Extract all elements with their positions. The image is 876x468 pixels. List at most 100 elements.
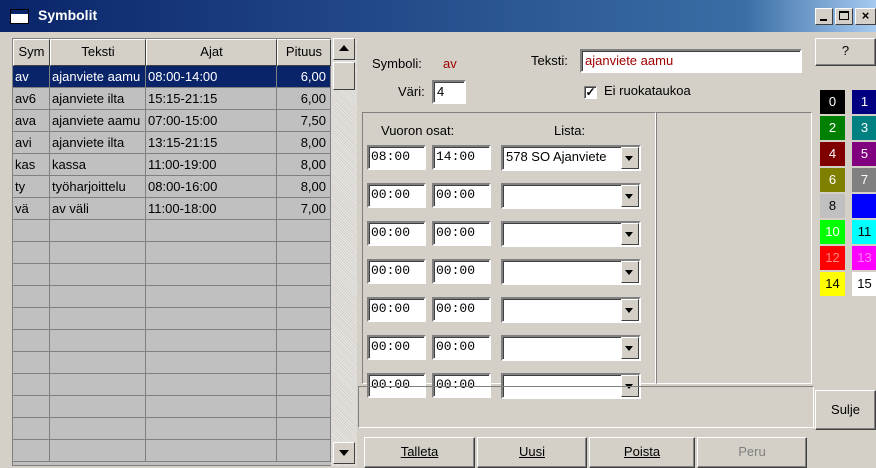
color-swatch[interactable]: 9 xyxy=(852,194,876,218)
empty-row[interactable] xyxy=(13,396,331,418)
minimize-icon[interactable] xyxy=(815,8,833,25)
maximize-icon[interactable] xyxy=(835,8,853,25)
cell-ajat xyxy=(146,440,277,462)
shift-start-field[interactable]: 00:00 xyxy=(367,335,426,360)
cell-ajat: 15:15-21:15 xyxy=(146,88,277,110)
color-swatch[interactable]: 5 xyxy=(852,142,876,166)
sulje-label: Sulje xyxy=(831,402,860,417)
cell-teksti: ajanviete aamu xyxy=(50,110,146,132)
shift-end-field[interactable]: 00:00 xyxy=(432,221,491,246)
color-swatch[interactable]: 7 xyxy=(852,168,876,192)
table-row[interactable]: ava ajanviete aamu 07:00-15:00 7,50 xyxy=(13,110,331,132)
table-row[interactable]: avi ajanviete ilta 13:15-21:15 8,00 xyxy=(13,132,331,154)
table-row[interactable]: kas kassa 11:00-19:00 8,00 xyxy=(13,154,331,176)
scroll-down-icon[interactable] xyxy=(333,442,355,464)
shift-end-field[interactable]: 00:00 xyxy=(432,259,491,284)
dropdown-arrow-icon[interactable] xyxy=(621,261,639,283)
empty-row[interactable] xyxy=(13,440,331,462)
color-swatch[interactable]: 10 xyxy=(820,220,845,244)
dropdown-arrow-icon[interactable] xyxy=(621,223,639,245)
shift-end-field[interactable]: 00:00 xyxy=(432,335,491,360)
color-swatch[interactable]: 12 xyxy=(820,246,845,270)
empty-row[interactable] xyxy=(13,330,331,352)
checkbox-check-icon[interactable]: ✓ xyxy=(584,86,597,99)
shift-start-field[interactable]: 00:00 xyxy=(367,221,426,246)
color-swatch[interactable]: 3 xyxy=(852,116,876,140)
lista-dropdown[interactable]: 578 SO Ajanviete xyxy=(501,145,641,171)
empty-row[interactable] xyxy=(13,242,331,264)
column-header-pituus[interactable]: Pituus xyxy=(277,39,331,66)
cell-ajat xyxy=(146,396,277,418)
cell-teksti xyxy=(50,286,146,308)
empty-row[interactable] xyxy=(13,352,331,374)
empty-row[interactable] xyxy=(13,286,331,308)
uusi-label: Uusi xyxy=(518,444,545,459)
vari-label: Väri: xyxy=(398,84,425,99)
dropdown-arrow-icon[interactable] xyxy=(621,299,639,321)
shift-start-field[interactable]: 08:00 xyxy=(367,145,426,170)
color-swatch[interactable]: 0 xyxy=(820,90,845,114)
table-row[interactable]: ty työharjoittelu 08:00-16:00 8,00 xyxy=(13,176,331,198)
dropdown-arrow-icon[interactable] xyxy=(621,185,639,207)
peru-button[interactable]: Peru xyxy=(697,437,807,468)
color-swatch[interactable]: 8 xyxy=(820,194,845,218)
shift-end-field[interactable]: 00:00 xyxy=(432,183,491,208)
shift-start-field[interactable]: 00:00 xyxy=(367,259,426,284)
teksti-field[interactable]: ajanviete aamu xyxy=(580,49,802,73)
color-swatch[interactable]: 4 xyxy=(820,142,845,166)
cell-pituus: 6,00 xyxy=(277,88,331,110)
cell-ajat xyxy=(146,352,277,374)
symbol-grid[interactable]: Sym Teksti Ajat Pituus av ajanviete aamu 0… xyxy=(12,38,357,466)
dropdown-arrow-icon[interactable] xyxy=(621,147,639,169)
column-header-ajat[interactable]: Ajat xyxy=(146,39,277,66)
empty-row[interactable] xyxy=(13,264,331,286)
dropdown-arrow-icon[interactable] xyxy=(621,337,639,359)
lista-dropdown[interactable] xyxy=(501,221,641,247)
empty-row[interactable] xyxy=(13,308,331,330)
cell-pituus xyxy=(277,264,331,286)
scroll-up-icon[interactable] xyxy=(333,38,355,60)
talleta-label: Talleta xyxy=(400,444,439,459)
shift-end-field[interactable]: 00:00 xyxy=(432,297,491,322)
table-row[interactable]: av ajanviete aamu 08:00-14:00 6,00 xyxy=(13,66,331,88)
column-header-sym[interactable]: Sym xyxy=(13,39,50,66)
color-swatch[interactable]: 11 xyxy=(852,220,876,244)
lista-dropdown[interactable] xyxy=(501,183,641,209)
close-icon[interactable]: × xyxy=(855,8,876,25)
uusi-button[interactable]: Uusi xyxy=(477,437,587,468)
color-swatch[interactable]: 15 xyxy=(852,272,876,296)
scroll-thumb[interactable] xyxy=(333,62,355,90)
color-swatch[interactable]: 14 xyxy=(820,272,845,296)
table-row[interactable]: av6 ajanviete ilta 15:15-21:15 6,00 xyxy=(13,88,331,110)
talleta-button[interactable]: Talleta xyxy=(364,437,475,468)
cell-pituus xyxy=(277,396,331,418)
color-swatch[interactable]: 13 xyxy=(852,246,876,270)
empty-row[interactable] xyxy=(13,418,331,440)
shift-start-field[interactable]: 00:00 xyxy=(367,183,426,208)
grid-scrollbar[interactable] xyxy=(331,38,357,466)
shift-start-field[interactable]: 00:00 xyxy=(367,297,426,322)
empty-row[interactable] xyxy=(13,220,331,242)
help-button[interactable]: ? xyxy=(815,38,876,66)
cell-sym xyxy=(13,242,50,264)
color-swatch[interactable]: 1 xyxy=(852,90,876,114)
color-swatch[interactable]: 6 xyxy=(820,168,845,192)
sulje-button[interactable]: Sulje xyxy=(815,390,876,430)
shift-end-field[interactable]: 14:00 xyxy=(432,145,491,170)
poista-button[interactable]: Poista xyxy=(589,437,695,468)
cell-sym: ava xyxy=(13,110,50,132)
cell-pituus xyxy=(277,330,331,352)
empty-row[interactable] xyxy=(13,374,331,396)
lista-dropdown[interactable] xyxy=(501,259,641,285)
table-row[interactable]: vä av väli 11:00-18:00 7,00 xyxy=(13,198,331,220)
lista-dropdown[interactable] xyxy=(501,297,641,323)
cell-teksti xyxy=(50,242,146,264)
vari-field[interactable]: 4 xyxy=(432,80,466,104)
palette-spacer xyxy=(815,68,876,88)
cell-pituus: 7,50 xyxy=(277,110,331,132)
color-swatch[interactable]: 2 xyxy=(820,116,845,140)
lista-dropdown[interactable] xyxy=(501,335,641,361)
column-header-teksti[interactable]: Teksti xyxy=(50,39,146,66)
teksti-label: Teksti: xyxy=(531,53,568,68)
cell-pituus: 7,00 xyxy=(277,198,331,220)
